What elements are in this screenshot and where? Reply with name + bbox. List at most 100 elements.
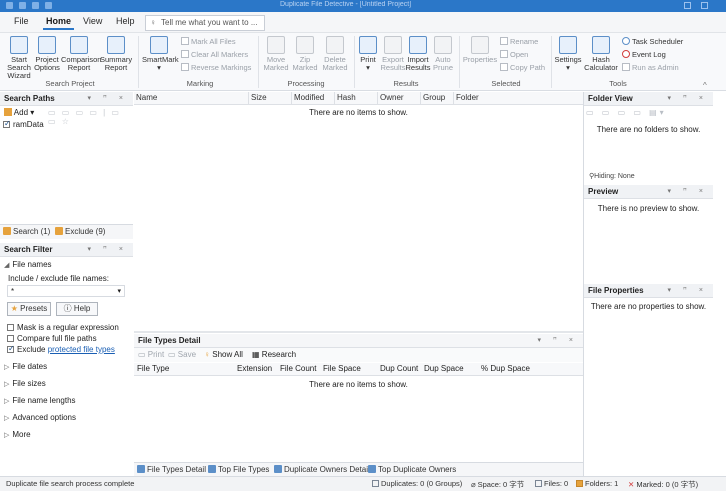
folder-icon — [55, 227, 63, 235]
compare-full-paths-option[interactable]: Compare full file paths — [7, 334, 97, 343]
delete-marked-button[interactable]: Delete Marked — [320, 36, 350, 72]
panel-controls[interactable]: ▾ ꟸ × — [667, 187, 708, 195]
column-group[interactable]: Group — [421, 92, 454, 104]
menu-help[interactable]: Help — [116, 16, 135, 26]
show-all-button[interactable]: ♀ Show All — [204, 350, 243, 359]
column-file-type[interactable]: File Type — [137, 364, 169, 373]
menu-file[interactable]: File — [14, 16, 29, 26]
section-file-names[interactable]: ◢ File names — [4, 260, 52, 269]
hash-calculator-button[interactable]: Hash Calculator — [584, 36, 618, 72]
settings-button[interactable]: Settings ▾ — [554, 36, 582, 72]
exclude-protected-option[interactable]: Exclude protected file types — [7, 344, 115, 354]
menu-home[interactable]: Home — [42, 16, 75, 30]
help-button[interactable]: ⓘ Help — [56, 302, 98, 316]
smartmark-button[interactable]: SmartMark ▾ — [142, 36, 179, 72]
mask-regex-option[interactable]: Mask is a regular expression — [7, 323, 119, 332]
run-as-admin-button[interactable]: Run as Admin — [622, 63, 679, 72]
research-button[interactable]: ▦ Research — [252, 350, 296, 359]
reverse-markings-button[interactable]: Reverse Markings — [181, 63, 251, 72]
lightbulb-icon: ♀ — [204, 350, 210, 359]
reverse-icon — [181, 63, 189, 71]
tab-exclude[interactable]: Exclude (9) — [55, 227, 105, 236]
folder-view-empty-message: There are no folders to show. — [596, 125, 701, 134]
mark-all-files-button[interactable]: Mark All Files — [181, 37, 236, 46]
checkbox-icon[interactable] — [7, 324, 14, 331]
checkbox-icon[interactable] — [3, 119, 11, 128]
folder-view-header: Folder View ▾ ꟸ × — [584, 92, 713, 106]
column-size[interactable]: Size — [249, 92, 292, 104]
clear-all-markers-button[interactable]: Clear All Markers — [181, 50, 248, 59]
search-filter-header: Search Filter ▾ ꟸ × — [0, 243, 133, 257]
file-pattern-input[interactable]: * ▾ — [7, 285, 125, 297]
column-extension[interactable]: Extension — [237, 364, 272, 373]
start-search-wizard-button[interactable]: Start Search Wizard — [6, 36, 32, 80]
tell-me-box[interactable]: ♀ Tell me what you want to ... — [145, 15, 265, 31]
tab-top-duplicate-owners[interactable]: Top Duplicate Owners — [368, 465, 456, 474]
print-button[interactable]: ▭ Print — [138, 350, 164, 359]
menu-view[interactable]: View — [83, 16, 102, 26]
section-file-name-lengths[interactable]: ▷ File name lengths — [4, 396, 76, 405]
column-modified[interactable]: Modified — [292, 92, 335, 104]
column-file-space[interactable]: File Space — [323, 364, 361, 373]
save-button[interactable]: ▭ Save — [168, 350, 196, 359]
folders-count: Folders: 1 — [576, 479, 618, 488]
column-pct-dup-space[interactable]: % Dup Space — [481, 364, 530, 373]
rename-button[interactable]: Rename — [500, 37, 538, 46]
column-hash[interactable]: Hash — [335, 92, 378, 104]
presets-button[interactable]: ★ Presets — [7, 302, 51, 316]
folder-view-toolbar[interactable]: ▭ ▭ ▭ ▭ ▤▾ — [586, 108, 667, 117]
panel-controls[interactable]: ▾ ꟸ × — [667, 286, 708, 294]
copy-path-button[interactable]: Copy Path — [500, 63, 545, 72]
section-more[interactable]: ▷ More — [4, 430, 31, 439]
splitter[interactable] — [134, 331, 583, 333]
results-empty-message: There are no items to show. — [309, 108, 408, 117]
event-log-button[interactable]: Event Log — [622, 50, 666, 59]
column-owner[interactable]: Owner — [378, 92, 421, 104]
include-label: Include / exclude file names: — [8, 274, 109, 283]
import-results-button[interactable]: Import Results — [405, 36, 431, 72]
path-toolbar-icons[interactable]: ▭ ▭ ▭ ▭ | ▭ ▭ ☆ — [48, 108, 133, 126]
column-dup-count[interactable]: Dup Count — [380, 364, 418, 373]
open-button[interactable]: Open — [500, 50, 528, 59]
section-advanced-options[interactable]: ▷ Advanced options — [4, 413, 76, 422]
tab-search[interactable]: Search (1) — [3, 227, 50, 236]
checkbox-icon[interactable] — [7, 335, 14, 342]
window-controls[interactable] — [668, 2, 708, 9]
tab-file-types-detail[interactable]: File Types Detail — [137, 465, 206, 474]
summary-report-button[interactable]: Summary Report — [100, 36, 132, 72]
tab-top-file-types[interactable]: Top File Types — [208, 465, 269, 474]
section-file-sizes[interactable]: ▷ File sizes — [4, 379, 46, 388]
list-item[interactable]: ramData — [3, 119, 44, 129]
panel-controls[interactable]: ▾ ꟸ × — [87, 94, 128, 102]
quick-access-toolbar[interactable] — [6, 2, 66, 9]
menu-row: File Home View Help ♀ Tell me what you wa… — [0, 12, 726, 33]
lightbulb-icon: ♀ — [150, 18, 156, 27]
export-results-button[interactable]: Export Results — [380, 36, 406, 72]
properties-button[interactable]: Properties — [462, 36, 498, 64]
add-path-button[interactable]: Add ▾ — [4, 108, 34, 117]
project-options-button[interactable]: Project Options — [33, 36, 61, 72]
move-marked-button[interactable]: Move Marked — [262, 36, 290, 72]
section-file-dates[interactable]: ▷ File dates — [4, 362, 47, 371]
auto-prune-button[interactable]: Auto Prune — [431, 36, 455, 72]
search-paths-panel: Add ▾ ▭ ▭ ▭ ▭ | ▭ ▭ ☆ ramData — [0, 106, 133, 224]
panel-controls[interactable]: ▾ ꟸ × — [667, 94, 708, 102]
move-icon — [267, 36, 285, 54]
clock-icon — [622, 37, 630, 45]
task-scheduler-button[interactable]: Task Scheduler — [622, 37, 683, 46]
panel-controls[interactable]: ▾ ꟸ × — [87, 245, 128, 253]
search-filter-panel: ◢ File names Include / exclude file names… — [0, 257, 133, 475]
checkbox-icon[interactable] — [7, 344, 15, 353]
collapse-ribbon-icon[interactable]: ^ — [703, 81, 707, 90]
column-folder[interactable]: Folder — [454, 92, 582, 104]
panel-controls[interactable]: ▾ ꟸ × — [537, 336, 578, 344]
protected-file-types-link[interactable]: protected file types — [48, 345, 115, 354]
column-name[interactable]: Name — [134, 92, 249, 104]
tag-icon: ⌀ — [471, 480, 476, 489]
print-button[interactable]: Print ▾ — [357, 36, 379, 72]
comparison-report-button[interactable]: Comparison Report — [61, 36, 101, 72]
column-file-count[interactable]: File Count — [280, 364, 316, 373]
column-dup-space[interactable]: Dup Space — [424, 364, 464, 373]
zip-marked-button[interactable]: Zip Marked — [291, 36, 319, 72]
tab-duplicate-owners-detail[interactable]: Duplicate Owners Detail — [274, 465, 370, 474]
